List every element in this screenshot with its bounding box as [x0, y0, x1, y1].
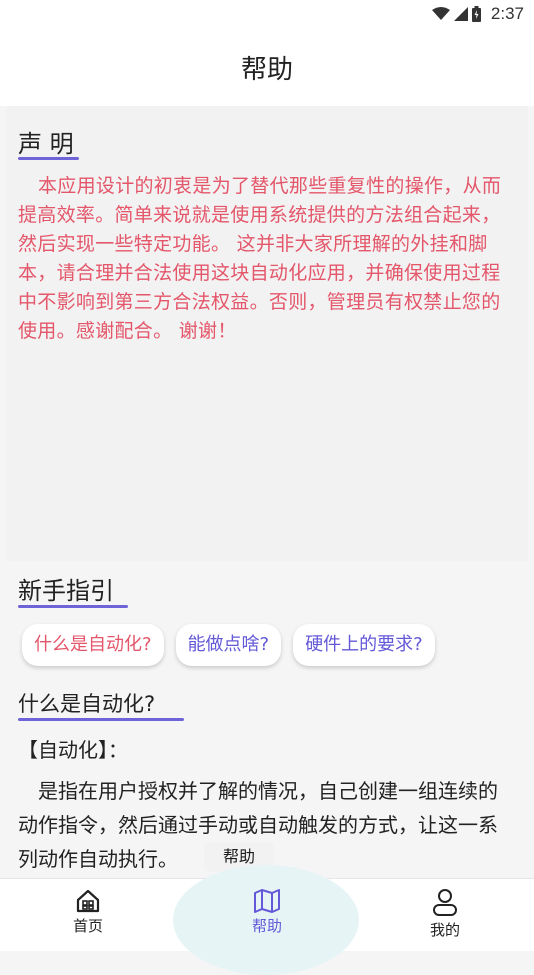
guide-chip-row: 什么是自动化? 能做点啥? 硬件上的要求?	[22, 624, 435, 666]
user-icon	[433, 889, 457, 916]
nav-item-mine[interactable]: 我的	[405, 889, 485, 940]
declaration-text: 本应用设计的初衷是为了替代那些重复性的操作，从而提高效率。简单来说就是使用系统提…	[18, 175, 502, 342]
question-title: 什么是自动化?	[18, 692, 156, 716]
help-content[interactable]: 声 明 本应用设计的初衷是为了替代那些重复性的操作，从而提高效率。简单来说就是使…	[0, 106, 534, 878]
nav-label-mine: 我的	[429, 921, 460, 939]
status-icons: 2:37	[431, 4, 524, 24]
signal-icon	[453, 7, 468, 21]
bottom-nav: 首页 帮助 我的	[0, 865, 534, 975]
declaration-panel: 声 明 本应用设计的初衷是为了替代那些重复性的操作，从而提高效率。简单来说就是使…	[6, 106, 528, 561]
chip-hardware-requirements[interactable]: 硬件上的要求?	[293, 624, 435, 666]
app-bar: 帮助	[0, 28, 534, 106]
nav-label-home: 首页	[72, 917, 103, 935]
nav-item-help[interactable]: 帮助	[227, 889, 307, 936]
chip-what-is-automation[interactable]: 什么是自动化?	[22, 624, 164, 666]
declaration-title-underline	[18, 157, 79, 160]
status-time: 2:37	[490, 4, 524, 23]
nav-label-help: 帮助	[251, 917, 282, 935]
nav-item-home[interactable]: 首页	[48, 889, 128, 936]
status-bar: 2:37	[0, 0, 534, 28]
chip-what-can-it-do[interactable]: 能做点啥?	[175, 624, 282, 666]
home-icon	[76, 889, 100, 913]
question-title-underline	[18, 718, 184, 721]
question-subtitle: 【自动化】：	[18, 738, 128, 762]
declaration-title: 声 明	[18, 130, 74, 158]
battery-icon	[471, 6, 481, 22]
guide-title: 新手指引	[18, 577, 114, 605]
map-icon	[254, 889, 280, 913]
guide-title-underline	[18, 605, 128, 608]
page-title: 帮助	[240, 54, 293, 85]
wifi-icon	[431, 7, 450, 20]
